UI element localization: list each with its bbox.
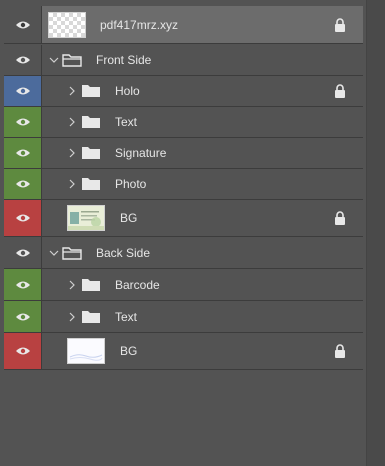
folder-icon <box>82 278 100 291</box>
lock-icon <box>335 17 345 32</box>
layer-name[interactable]: BG <box>120 344 137 358</box>
layer-name[interactable]: Front Side <box>96 53 151 67</box>
layer-row-bg-back[interactable]: BG <box>4 333 363 370</box>
visibility-toggle[interactable] <box>4 200 42 236</box>
layer-name[interactable]: Text <box>115 115 137 129</box>
chevron-right-icon[interactable] <box>67 280 77 290</box>
layer-name[interactable]: Back Side <box>96 246 150 260</box>
layer-row-holo[interactable]: Holo <box>4 76 363 107</box>
layer-name[interactable]: Signature <box>115 146 166 160</box>
chevron-down-icon[interactable] <box>49 248 59 258</box>
chevron-right-icon[interactable] <box>67 312 77 322</box>
folder-icon <box>82 116 100 128</box>
folder-icon <box>82 147 100 159</box>
layer-name[interactable]: Barcode <box>115 278 160 292</box>
layer-row-front-side[interactable]: Front Side <box>4 45 363 76</box>
chevron-right-icon[interactable] <box>67 179 77 189</box>
layer-row-barcode[interactable]: Barcode <box>4 269 363 301</box>
visibility-toggle[interactable] <box>4 237 42 268</box>
visibility-toggle[interactable] <box>4 138 42 168</box>
visibility-toggle[interactable] <box>4 169 42 199</box>
folder-open-icon <box>62 54 82 67</box>
visibility-toggle[interactable] <box>4 6 42 43</box>
chevron-right-icon[interactable] <box>67 148 77 158</box>
scrollbar-track[interactable] <box>366 0 385 466</box>
eye-icon <box>15 313 30 320</box>
visibility-toggle[interactable] <box>4 333 42 369</box>
chevron-down-icon[interactable] <box>49 55 59 65</box>
layer-row-text-back[interactable]: Text <box>4 301 363 333</box>
layer-row-photo[interactable]: Photo <box>4 169 363 200</box>
eye-icon <box>15 214 30 222</box>
eye-icon <box>15 21 30 28</box>
layer-row-signature[interactable]: Signature <box>4 138 363 169</box>
layer-thumbnail-id-card-front <box>67 205 105 231</box>
layer-row-back-side[interactable]: Back Side <box>4 237 363 269</box>
visibility-toggle[interactable] <box>4 76 42 106</box>
folder-icon <box>82 178 100 190</box>
layer-row-bg-front[interactable]: BG <box>4 200 363 237</box>
layer-thumbnail-transparent <box>48 11 86 38</box>
lock-icon <box>335 344 345 358</box>
eye-icon <box>15 118 30 126</box>
lock-icon <box>335 84 345 98</box>
layer-thumbnail-id-card-back <box>67 338 105 364</box>
eye-icon <box>15 249 30 256</box>
eye-icon <box>15 347 30 355</box>
layers-panel: pdf417mrz.xyz Front Side Holo Text Signa… <box>4 0 366 466</box>
visibility-toggle[interactable] <box>4 45 42 75</box>
lock-icon <box>335 211 345 225</box>
visibility-toggle[interactable] <box>4 269 42 300</box>
layer-row-text-front[interactable]: Text <box>4 107 363 138</box>
visibility-toggle[interactable] <box>4 301 42 332</box>
folder-icon <box>82 310 100 323</box>
layer-name[interactable]: BG <box>120 211 137 225</box>
eye-icon <box>15 149 30 157</box>
layer-name[interactable]: Holo <box>115 84 140 98</box>
eye-icon <box>15 56 30 64</box>
eye-icon <box>15 180 30 188</box>
layer-name[interactable]: Photo <box>115 177 146 191</box>
visibility-toggle[interactable] <box>4 107 42 137</box>
folder-open-icon <box>62 246 82 260</box>
eye-icon <box>15 281 30 288</box>
folder-icon <box>82 85 100 97</box>
layer-row-pdf417[interactable]: pdf417mrz.xyz <box>4 6 363 44</box>
chevron-right-icon[interactable] <box>67 117 77 127</box>
eye-icon <box>15 87 30 95</box>
layer-name[interactable]: pdf417mrz.xyz <box>100 18 178 32</box>
layer-name[interactable]: Text <box>115 310 137 324</box>
chevron-right-icon[interactable] <box>67 86 77 96</box>
